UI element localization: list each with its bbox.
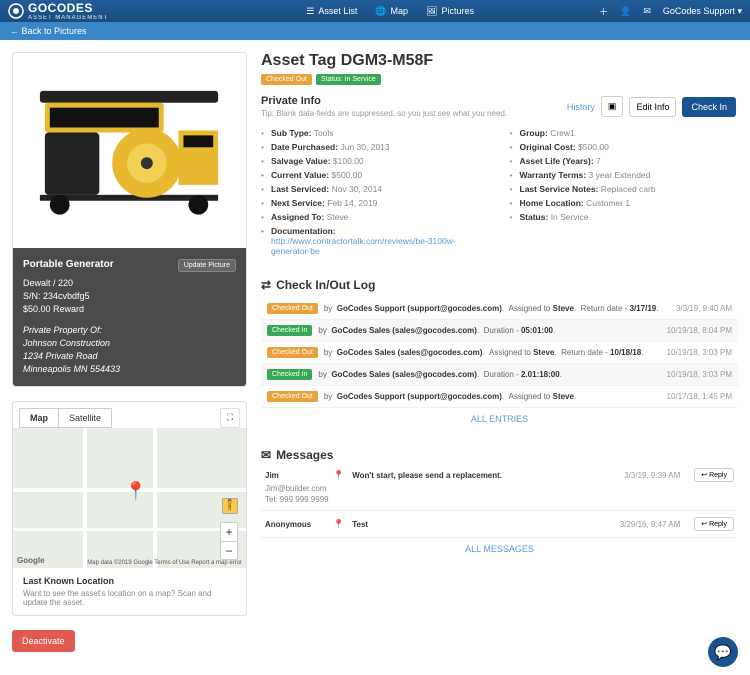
log-row: Checked Inby GoCodes Sales (sales@gocode…	[261, 364, 738, 386]
log-state-badge: Checked In	[267, 325, 312, 336]
map-footer-title: Last Known Location	[23, 576, 236, 586]
asset-line2: S/N: 234cvbdfg5	[23, 290, 236, 303]
zoom-control: + −	[220, 522, 238, 560]
asset-prop-label: Private Property Of:	[23, 324, 236, 337]
map-tab-satellite[interactable]: Satellite	[59, 408, 112, 428]
log-state-badge: Checked Out	[267, 391, 318, 402]
info-item: Date Purchased: Jun 30, 2013	[261, 142, 490, 152]
logo: GOCODES ASSET MANAGEMENT	[8, 1, 108, 21]
log-state-badge: Checked In	[267, 369, 312, 380]
info-item: Home Location: Customer 1	[510, 198, 739, 208]
support-menu[interactable]: GoCodes Support ▾	[663, 6, 742, 17]
history-link[interactable]: History	[567, 102, 595, 112]
badge-status: Status: In Service	[316, 74, 381, 85]
qr-button[interactable]: ▣	[601, 96, 624, 117]
envelope-icon: ✉	[261, 448, 271, 462]
log-row: Checked Outby GoCodes Support (support@g…	[261, 386, 738, 408]
update-picture-button[interactable]: Update Picture	[178, 259, 236, 272]
zoom-in-button[interactable]: +	[221, 523, 237, 541]
message-row: Anonymous📍Test3/29/16, 9:47 AM↩ Reply	[261, 511, 738, 538]
info-item: Documentation: http://www.contractortalk…	[261, 226, 490, 256]
info-item: Group: Crew1	[510, 128, 739, 138]
pin-icon: 📍	[333, 519, 344, 530]
log-state-badge: Checked Out	[267, 347, 318, 358]
deactivate-button[interactable]: Deactivate	[12, 630, 75, 652]
reply-button[interactable]: ↩ Reply	[694, 517, 734, 531]
brand-sub: ASSET MANAGEMENT	[28, 15, 108, 21]
info-item: Last Serviced: Nov 30, 2014	[261, 184, 490, 194]
swap-icon: ⇄	[261, 278, 271, 292]
message-row: Jim📍Won't start, please send a replaceme…	[261, 462, 738, 511]
page-title: Asset Tag DGM3-M58F	[261, 52, 738, 70]
map-pin-icon: 📍	[125, 481, 147, 502]
doc-link[interactable]: http://www.contractortalk.com/reviews/be…	[271, 236, 456, 256]
topbar: GOCODES ASSET MANAGEMENT ☰Asset List 🌐Ma…	[0, 0, 750, 22]
back-bar: ← Back to Pictures	[0, 22, 750, 40]
info-item: Status: In Service	[510, 212, 739, 222]
info-item: Salvage Value: $100.00	[261, 156, 490, 166]
asset-addr2: Minneapolis MN 554433	[23, 363, 236, 376]
info-item: Assigned To: Steve	[261, 212, 490, 222]
add-icon[interactable]: ＋	[599, 5, 608, 18]
info-item: Current Value: $500.00	[261, 170, 490, 180]
info-item: Warranty Terms: 3 year Extended	[510, 170, 739, 180]
map-card: Map Satellite ⛶ 📍 🧍 + − Google Map data …	[12, 401, 247, 616]
info-item: Next Service: Feb 14, 2019	[261, 198, 490, 208]
list-icon: ☰	[306, 6, 314, 17]
log-row: Checked Outby GoCodes Support (support@g…	[261, 298, 738, 320]
pictures-icon: 🖼	[426, 6, 437, 17]
chevron-down-icon: ▾	[737, 6, 742, 16]
asset-card: Portable Generator Update Picture Dewalt…	[12, 52, 247, 387]
chat-fab[interactable]: 💬	[708, 637, 738, 667]
pin-icon: 📍	[333, 470, 344, 481]
nav-pictures[interactable]: 🖼Pictures	[426, 6, 474, 17]
log-state-badge: Checked Out	[267, 303, 318, 314]
globe-icon: 🌐	[375, 6, 386, 17]
brand-name: GOCODES	[28, 1, 108, 15]
map-tab-map[interactable]: Map	[19, 408, 59, 428]
pegman-icon[interactable]: 🧍	[222, 498, 238, 514]
all-entries-link[interactable]: ALL ENTRIES	[471, 414, 528, 424]
nav-map[interactable]: 🌐Map	[375, 6, 408, 17]
messages-title: Messages	[276, 448, 333, 462]
back-link[interactable]: ← Back to Pictures	[10, 26, 87, 36]
asset-name: Portable Generator	[23, 258, 114, 273]
asset-line1: Dewalt / 220	[23, 277, 236, 290]
reply-button[interactable]: ↩ Reply	[694, 468, 734, 482]
info-item: Asset Life (Years): 7	[510, 156, 739, 166]
asset-image	[13, 53, 246, 248]
fullscreen-icon[interactable]: ⛶	[220, 408, 240, 428]
info-item: Original Cost: $500.00	[510, 142, 739, 152]
zoom-out-button[interactable]: −	[221, 541, 237, 559]
info-item: Last Service Notes: Replaced carb	[510, 184, 739, 194]
map-terms: Map data ©2019 Google Terms of Use Repor…	[87, 560, 242, 566]
asset-addr1: 1234 Private Road	[23, 350, 236, 363]
user-icon[interactable]: 👤	[620, 6, 631, 17]
nav-asset-list[interactable]: ☰Asset List	[306, 6, 357, 17]
asset-line3: $50.00 Reward	[23, 303, 236, 316]
asset-owner: Johnson Construction	[23, 337, 236, 350]
log-row: Checked Outby GoCodes Sales (sales@gocod…	[261, 342, 738, 364]
map-footer-desc: Want to see the asset's location on a ma…	[23, 589, 236, 607]
log-row: Checked Inby GoCodes Sales (sales@gocode…	[261, 320, 738, 342]
google-badge: Google	[17, 556, 45, 565]
info-item: Sub Type: Tools	[261, 128, 490, 138]
mail-icon[interactable]: ✉	[643, 6, 651, 17]
badge-checked-out: Checked Out	[261, 74, 312, 85]
all-messages-link[interactable]: ALL MESSAGES	[465, 544, 534, 554]
edit-info-button[interactable]: Edit Info	[629, 97, 676, 117]
check-in-button[interactable]: Check In	[682, 97, 736, 117]
map-canvas[interactable]: 📍 🧍 + − Google Map data ©2019 Google Ter…	[13, 428, 246, 568]
log-title: Check In/Out Log	[276, 278, 375, 292]
